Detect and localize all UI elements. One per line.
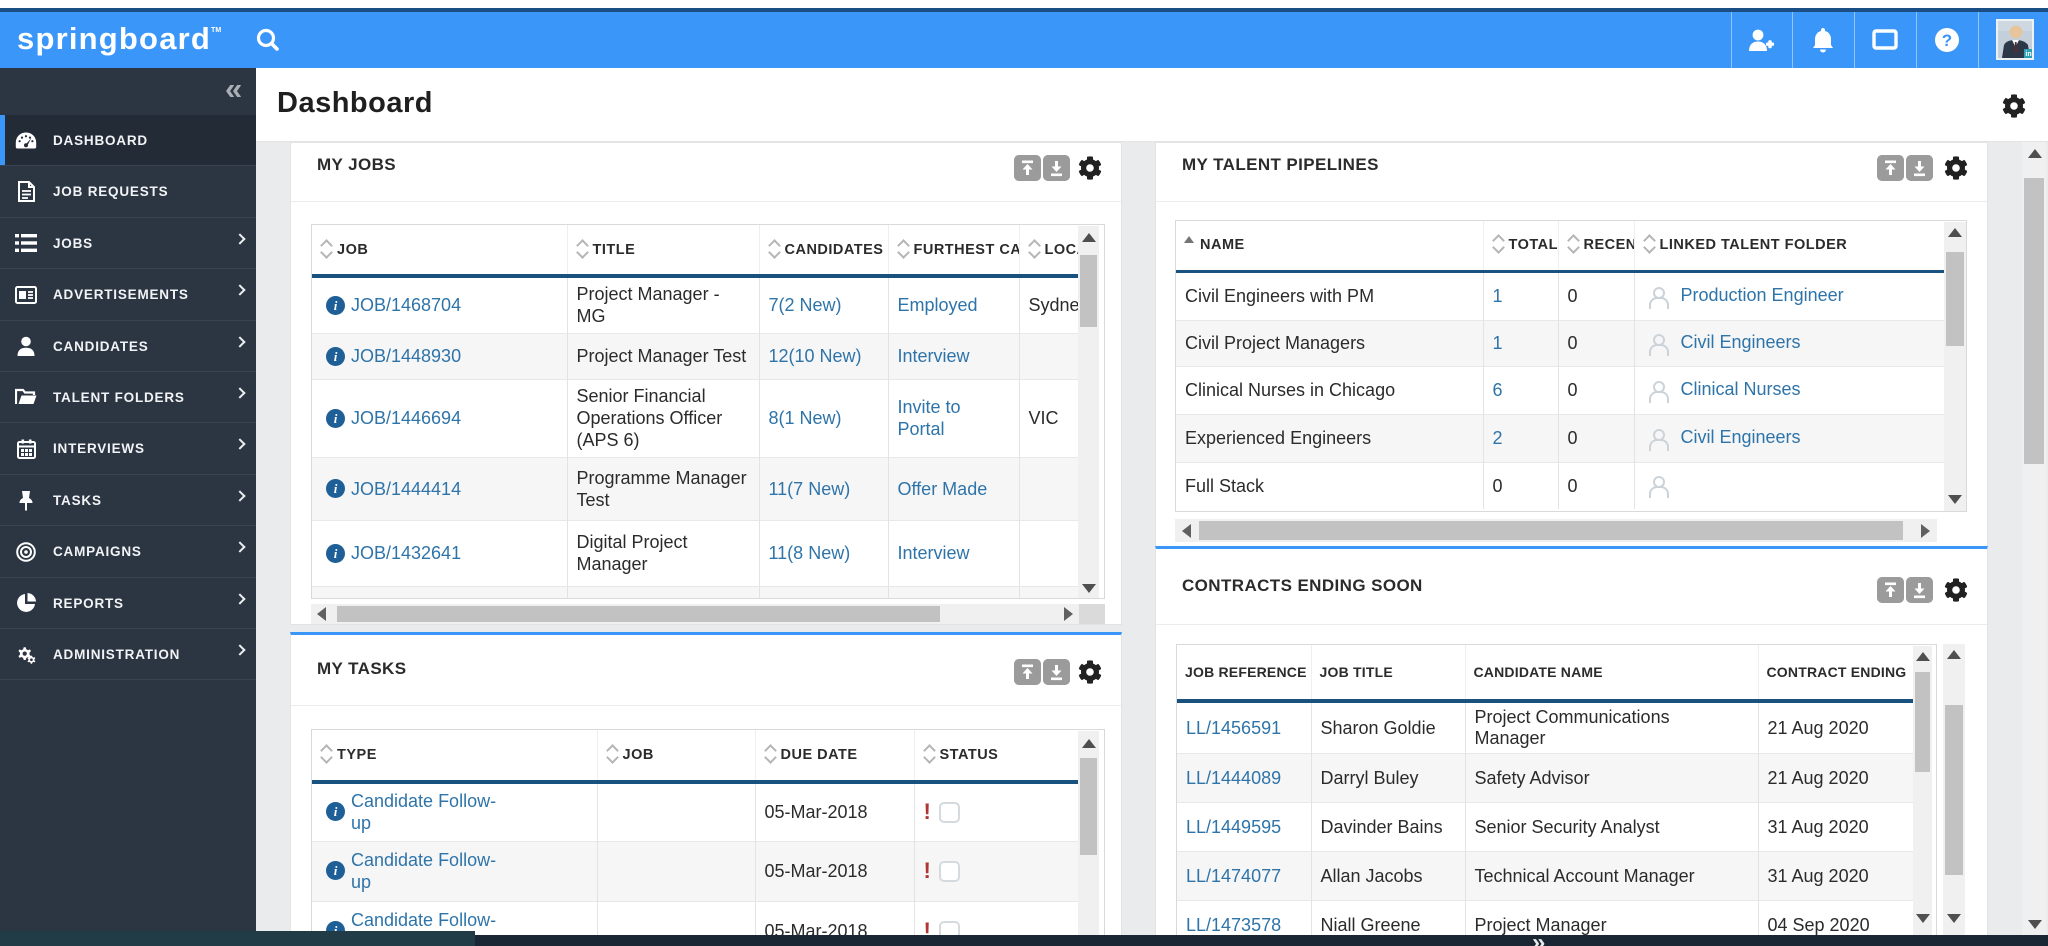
svg-text:in: in	[2025, 51, 2031, 58]
svg-text:?: ?	[1942, 31, 1952, 50]
